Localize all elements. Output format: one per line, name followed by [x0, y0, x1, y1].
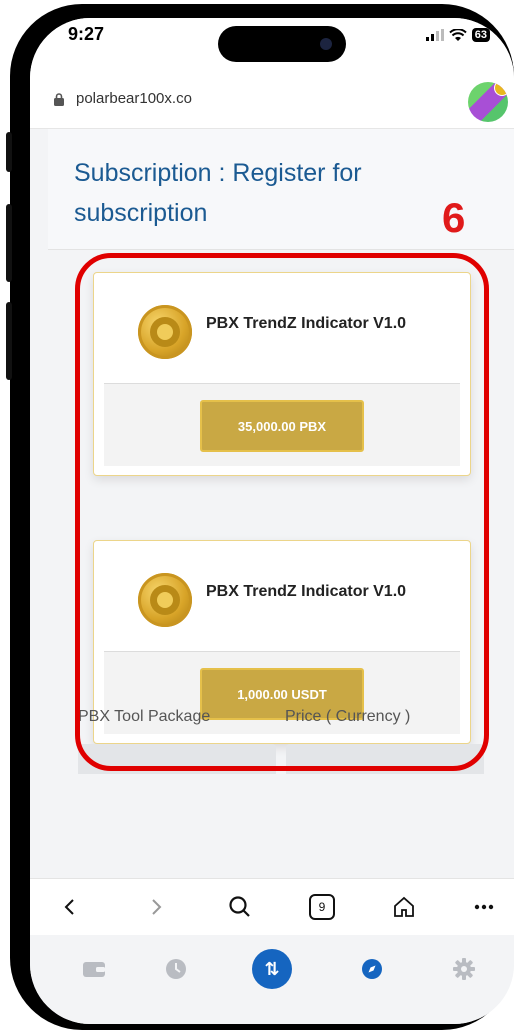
nav-history[interactable] — [156, 949, 196, 989]
status-time: 9:27 — [68, 24, 105, 44]
mute-switch — [6, 132, 12, 172]
url-text[interactable]: polarbear100x.co — [76, 90, 192, 107]
camera-icon — [320, 38, 332, 50]
product-name: PBX TrendZ Indicator V1.0 — [206, 315, 407, 332]
price-cell[interactable] — [286, 744, 484, 774]
gear-icon — [453, 958, 475, 980]
volume-down-button — [6, 302, 12, 380]
status-icons: 63 — [425, 28, 490, 42]
wifi-icon — [449, 28, 467, 41]
back-button[interactable] — [50, 879, 90, 935]
status-bar: 9:27 63 — [30, 18, 514, 68]
card-footer: 35,000.00 PBX — [104, 383, 460, 466]
coin-logo-icon — [138, 573, 192, 627]
battery-indicator: 63 — [471, 28, 490, 42]
table-header-price: Price ( Currency ) — [285, 708, 411, 725]
package-cell[interactable] — [78, 744, 276, 774]
signal-icon — [425, 29, 444, 41]
swap-icon: ⇅ — [252, 949, 292, 989]
search-button[interactable] — [220, 879, 260, 935]
compass-icon — [362, 959, 382, 979]
badge-icon — [494, 82, 508, 96]
phone-frame: 9:27 63 polarbear100x.co Subscription: … — [6, 4, 514, 1030]
tabs-button[interactable]: 9 — [302, 879, 342, 935]
lock-icon — [54, 93, 64, 106]
bottom-nav: ⇅ — [30, 935, 514, 1024]
home-button[interactable] — [384, 879, 424, 935]
wallet-icon — [83, 962, 105, 977]
chevron-right-icon — [152, 899, 162, 915]
title-card: Subscription : Register for subscription… — [48, 129, 514, 250]
tabs-icon: 9 — [309, 894, 335, 920]
nav-discover[interactable] — [352, 949, 392, 989]
forward-button[interactable] — [136, 879, 176, 935]
price-button-pbx[interactable]: 35,000.00 PBX — [200, 400, 364, 452]
nav-settings[interactable] — [444, 949, 484, 989]
avatar[interactable] — [468, 82, 508, 122]
product-card: PBX TrendZ Indicator V1.0 35,000.00 PBX — [93, 272, 471, 476]
clock-icon — [166, 959, 186, 979]
browser-toolbar: 9 — [30, 878, 514, 935]
page-title: Subscription : Register for subscription — [74, 159, 362, 227]
home-icon — [394, 896, 414, 917]
volume-up-button — [6, 204, 12, 282]
more-button[interactable] — [464, 879, 504, 935]
nav-wallet[interactable] — [74, 949, 114, 989]
step-marker: 6 — [442, 194, 466, 241]
screen: 9:27 63 polarbear100x.co Subscription: … — [30, 18, 514, 1024]
more-icon — [474, 904, 494, 910]
dynamic-island — [218, 26, 346, 62]
chevron-left-icon — [64, 899, 74, 915]
product-name: PBX TrendZ Indicator V1.0 — [206, 583, 407, 600]
coin-logo-icon — [138, 305, 192, 359]
search-icon — [229, 896, 250, 917]
nav-swap[interactable]: ⇅ — [252, 949, 292, 989]
table-header-package: PBX Tool Package — [78, 708, 211, 725]
address-bar[interactable]: polarbear100x.co — [30, 68, 514, 129]
